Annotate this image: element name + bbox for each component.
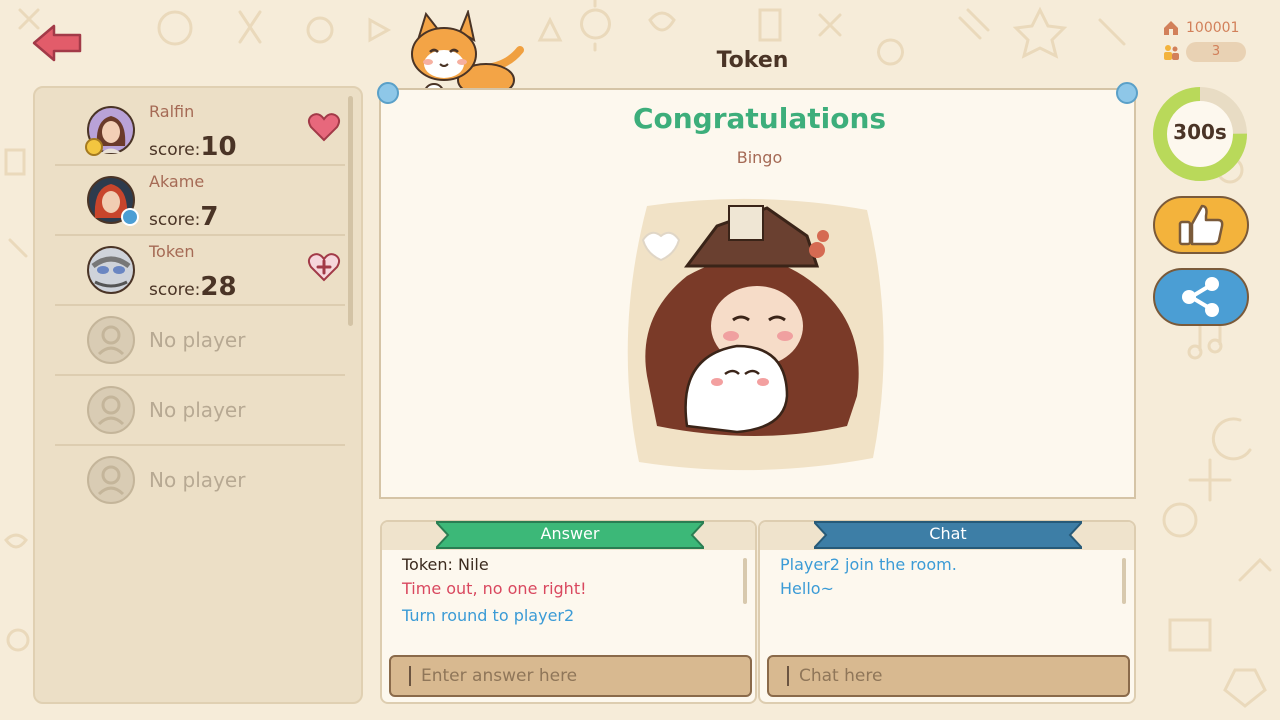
heart-icon[interactable] [307, 110, 341, 144]
input-caret [787, 666, 789, 686]
empty-player-slot: No player [55, 306, 345, 376]
player-row[interactable]: Ralfin score:10 [55, 96, 345, 166]
answer-panel: Answer Token: Nile Time out, no one righ… [380, 520, 757, 704]
empty-slot-label: No player [149, 398, 246, 422]
chat-input[interactable] [767, 655, 1130, 697]
avatar [87, 176, 139, 226]
camera-icon [121, 208, 139, 226]
share-button[interactable] [1153, 268, 1249, 326]
player-score: score:10 [149, 132, 237, 162]
answer-input[interactable] [389, 655, 752, 697]
share-icon [1182, 277, 1219, 317]
heart-plus-icon[interactable] [307, 250, 341, 284]
pin-icon [1116, 82, 1138, 104]
player-row[interactable]: Akame score:7 [55, 166, 345, 236]
crown-icon [85, 138, 103, 156]
player-count-stat: 3 [1162, 42, 1246, 62]
empty-avatar-icon [87, 316, 135, 364]
player-list-panel: Ralfin score:10 Akame score:7 Token scor… [33, 86, 363, 704]
thumbs-up-icon [1178, 204, 1224, 246]
player-name: Ralfin [149, 102, 195, 121]
player-row[interactable]: Token score:28 [55, 236, 345, 306]
player-name: Akame [149, 172, 205, 191]
chibi-character-illustration [627, 198, 884, 471]
like-button[interactable] [1153, 196, 1249, 254]
chat-message: Player2 join the room. [780, 555, 957, 574]
empty-avatar-icon [87, 456, 135, 504]
back-button[interactable] [30, 22, 86, 64]
room-title: Token [716, 48, 789, 73]
result-title: Congratulations [632, 102, 887, 135]
users-icon [1164, 45, 1179, 60]
timer-label: 300s [1173, 120, 1227, 144]
answer-scrollbar[interactable] [743, 558, 747, 604]
empty-player-slot: No player [55, 446, 345, 516]
answer-message: Token: Nile [402, 555, 489, 574]
chat-scrollbar[interactable] [1122, 558, 1126, 604]
avatar [87, 246, 135, 294]
chat-panel-title: Chat [929, 524, 967, 543]
answer-panel-title: Answer [540, 524, 600, 543]
answer-message: Turn round to player2 [402, 606, 575, 625]
empty-slot-label: No player [149, 328, 246, 352]
player-name: Token [149, 242, 195, 261]
back-arrow-icon [32, 24, 82, 62]
player-score: score:7 [149, 202, 219, 232]
empty-player-slot: No player [55, 376, 345, 446]
home-stat: 100001 [1162, 18, 1239, 38]
avatar [85, 106, 135, 156]
pin-icon [377, 82, 399, 104]
player-list-scrollbar[interactable] [348, 96, 353, 326]
home-count: 100001 [1186, 20, 1240, 36]
player-count: 3 [1186, 42, 1246, 62]
empty-slot-label: No player [149, 468, 246, 492]
chat-message: Hello~ [780, 579, 834, 598]
chat-panel: Chat Player2 join the room. Hello~ [758, 520, 1136, 704]
player-score: score:28 [149, 272, 237, 302]
input-caret [409, 666, 411, 686]
answer-message: Time out, no one right! [402, 579, 587, 598]
result-card: Congratulations Bingo [377, 82, 1138, 499]
home-icon [1164, 21, 1178, 35]
empty-avatar-icon [87, 386, 135, 434]
result-subtitle: Bingo [736, 148, 783, 167]
